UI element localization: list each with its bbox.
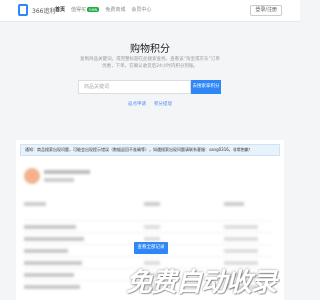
search-input[interactable]: 商品关键词 <box>78 80 191 94</box>
view-all-button[interactable]: 查看全部记录 <box>134 242 168 254</box>
login-button[interactable]: 登录/注册 <box>250 5 282 16</box>
search-button[interactable]: 去搜索拿积分 <box>191 80 221 94</box>
hero-section: 购物积分 复制商品关键词，或完整标题在此搜索查找，查看该“淘宝或京东”订单优惠，… <box>0 22 300 132</box>
table-header <box>24 202 272 206</box>
main-nav: 首页 值得买 new 免费商城 会员中心 <box>55 6 151 13</box>
table-header-cell <box>24 202 46 206</box>
top-header: 366追利 首页 值得买 new 免费商城 会员中心 登录/注册 <box>0 0 300 22</box>
notice-bar: 通知：商品搜索出现问题，可能会出现提示错误（数据返回不准确等），如遇搜索出现问题… <box>20 144 280 156</box>
profile-meta-placeholder <box>44 178 74 182</box>
nav-member-center[interactable]: 会员中心 <box>131 6 151 13</box>
logo-text[interactable]: 366追利 <box>32 6 55 15</box>
logo-icon[interactable] <box>18 4 28 16</box>
new-badge: new <box>87 7 100 12</box>
rebate-apply-link[interactable]: 返点申请 <box>128 101 146 107</box>
nav-home[interactable]: 首页 <box>55 6 65 13</box>
watermark-text: 免费自动收录 <box>126 268 277 298</box>
table-header-cell <box>144 202 160 206</box>
nav-free-mall[interactable]: 免费商城 <box>105 6 125 13</box>
page-title: 购物积分 <box>130 44 170 55</box>
points-withdraw-link[interactable]: 积分提现 <box>154 101 172 107</box>
page: 366追利 首页 值得买 new 免费商城 会员中心 登录/注册 购物积分 复制商… <box>0 0 300 300</box>
profile-name-placeholder <box>44 170 90 174</box>
table-row <box>24 220 272 232</box>
page-description: 复制商品关键词，或完整标题在此搜索查找，查看该“淘宝或京东”订单优惠，下单，在确… <box>80 57 220 69</box>
avatar <box>24 168 40 184</box>
user-profile <box>24 168 144 188</box>
nav-deals-label: 值得买 <box>71 7 87 13</box>
nav-deals[interactable]: 值得买 new <box>71 6 100 13</box>
table-header-cell <box>224 202 244 206</box>
hero-links: 返点申请 积分提现 <box>0 101 300 107</box>
